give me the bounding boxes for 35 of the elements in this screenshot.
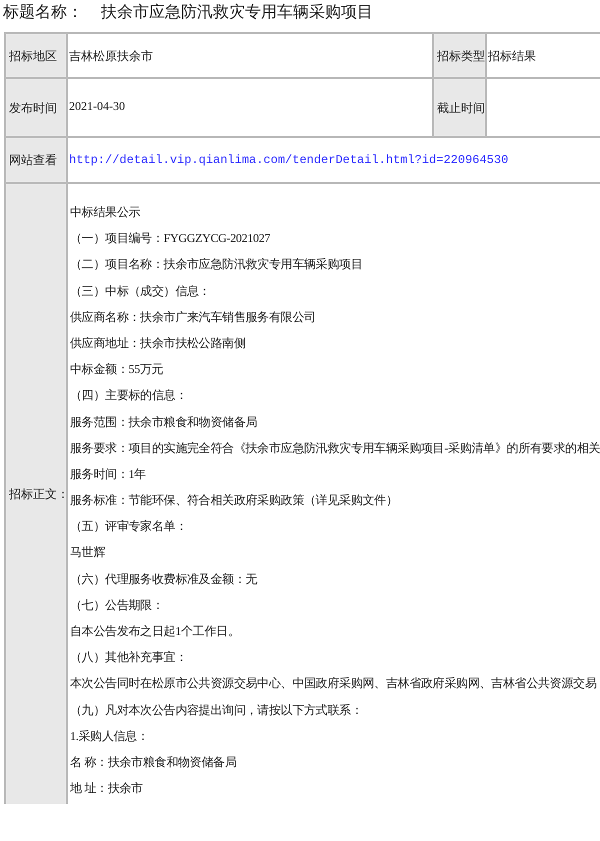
notice-line: 自本公告发布之日起1个工作日。 <box>70 623 241 640</box>
field-label: 发布时间 <box>6 79 68 136</box>
page-title: 扶余市应急防汛救灾专用车辆采购项目 <box>101 2 373 23</box>
notice-line: （五）评审专家名单： <box>70 518 188 536</box>
notice-line: （八）其他补充事宜： <box>70 649 188 666</box>
notice-line: 服务范围：扶余市粮食和物资储备局 <box>70 414 258 430</box>
heading-label: 标题名称： <box>3 3 83 23</box>
notice-line: 名 称：扶余市粮食和物资储备局 <box>70 754 238 771</box>
notice-line: 中标结果公示 <box>70 204 142 221</box>
field-label: 招标类型 <box>434 34 487 77</box>
notice-line: （二）项目名称：扶余市应急防汛救灾专用车辆采购项目 <box>70 256 364 274</box>
tender-link[interactable]: http://detail.vip.qianlima.com/tenderDetail.html?id=220964530 <box>69 151 508 169</box>
notice-line: （三）中标（成交）信息： <box>70 282 212 300</box>
notice-line: 1.采购人信息： <box>70 728 150 745</box>
notice-line: 服务时间：1年 <box>70 466 147 483</box>
notice-line: （四）主要标的信息： <box>70 387 188 404</box>
notice-line: （七）公告期限： <box>70 596 165 614</box>
notice-line: 供应商地址：扶余市扶松公路南侧 <box>70 334 247 352</box>
field-label: 招标正文： <box>6 184 68 804</box>
notice-line: 马世辉 <box>70 544 106 562</box>
field-label: 截止时间 <box>434 79 487 136</box>
notice-line: （九）凡对本次公告内容提出询问，请按以下方式联系： <box>70 702 364 719</box>
notice-line: 供应商名称：扶余市广来汽车销售服务有限公司 <box>70 308 317 326</box>
notice-line: 地 址：扶余市 <box>70 780 144 798</box>
field-label: 招标地区 <box>6 34 68 77</box>
notice-line: 本次公告同时在松原市公共资源交易中心、中国政府采购网、吉林省政府采购网、吉林省公共资源交易 <box>70 675 598 692</box>
notice-line: 中标金额：55万元 <box>70 361 164 378</box>
notice-line: 服务标准：节能环保、符合相关政府采购政策（详见采购文件） <box>70 492 399 510</box>
field-label: 网站查看 <box>6 138 68 182</box>
notice-line: 服务要求：项目的实施完全符合《扶余市应急防汛救灾专用车辆采购项目-采购清单》的所有要求的相关 <box>70 440 600 457</box>
field-value: 招标结果 <box>488 48 536 64</box>
notice-line: （六）代理服务收费标准及金额：无 <box>70 570 258 588</box>
notice-line: （一）项目编号：FYGGZYCG-2021027 <box>70 230 272 248</box>
field-value: 2021-04-30 <box>69 98 125 115</box>
field-value: 吉林松原扶余市 <box>69 48 153 64</box>
